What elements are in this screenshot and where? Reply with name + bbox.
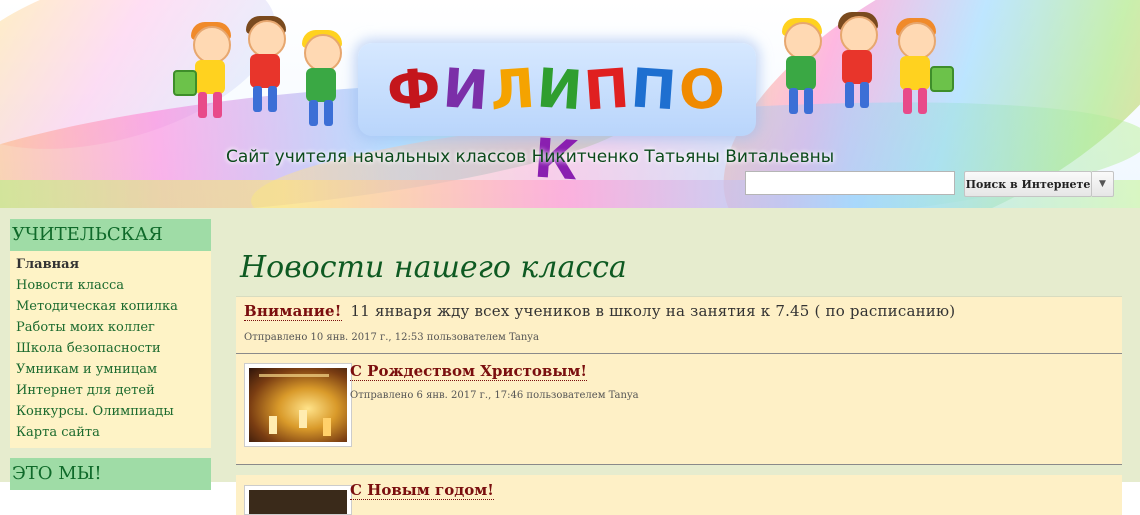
site-logo[interactable]: ФИЛИППОК: [358, 43, 756, 193]
sidebar-section-title: УЧИТЕЛЬСКАЯ: [10, 219, 211, 251]
logo-letter: И: [534, 56, 587, 123]
sidebar-item-contests[interactable]: Конкурсы. Олимпиады: [16, 401, 211, 422]
post-title-link[interactable]: С Новым годом!: [350, 481, 494, 500]
post-meta: Отправлено 10 янв. 2017 г., 12:53 пользо…: [244, 332, 539, 343]
sidebar-item-colleagues[interactable]: Работы моих коллег: [16, 317, 211, 338]
sidebar-item-safety[interactable]: Школа безопасности: [16, 338, 211, 359]
sidebar-nav: Главная Новости класса Методическая копи…: [10, 251, 211, 448]
logo-letter: И: [440, 56, 493, 123]
logo-letter: П: [629, 56, 681, 123]
sidebar-item-methodical[interactable]: Методическая копилка: [16, 296, 211, 317]
search-input[interactable]: [745, 171, 955, 195]
sidebar-item-sitemap[interactable]: Карта сайта: [16, 422, 211, 443]
search-dropdown-button[interactable]: ▼: [1092, 171, 1114, 197]
logo-letter: Ф: [385, 56, 446, 123]
news-post: Внимание! 11 января жду всех учеников в …: [236, 297, 1122, 354]
post-text: 11 января жду всех учеников в школу на з…: [350, 302, 956, 320]
page-body: УЧИТЕЛЬСКАЯ Главная Новости класса Метод…: [0, 208, 1140, 515]
news-post: С Новым годом!: [236, 475, 1122, 515]
post-thumbnail[interactable]: [244, 485, 352, 515]
search-button[interactable]: Поиск в Интернете: [964, 171, 1092, 197]
logo-wordmark: ФИЛИППОК: [376, 55, 738, 192]
site-header: ФИЛИППОК Сайт учителя начальных классов …: [0, 0, 1140, 208]
sidebar-item-home[interactable]: Главная: [16, 254, 211, 275]
sidebar: УЧИТЕЛЬСКАЯ Главная Новости класса Метод…: [10, 219, 211, 490]
post-thumbnail[interactable]: [244, 363, 352, 447]
sidebar-item-internet[interactable]: Интернет для детей: [16, 380, 211, 401]
logo-letter: О: [676, 56, 729, 123]
logo-letter: Л: [488, 56, 540, 123]
main-content: Новости нашего класса Внимание! 11 январ…: [236, 240, 1122, 515]
triangle-down-icon: ▼: [1099, 179, 1106, 189]
sidebar-item-class-news[interactable]: Новости класса: [16, 275, 211, 296]
news-post: С Рождеством Христовым! Отправлено 6 янв…: [236, 354, 1122, 465]
sidebar-section-title: ЭТО МЫ!: [10, 458, 211, 490]
post-title-link[interactable]: Внимание!: [244, 302, 342, 321]
site-subtitle: Сайт учителя начальных классов Никитченк…: [226, 147, 835, 167]
post-title-link[interactable]: С Рождеством Христовым!: [350, 362, 587, 381]
page-title: Новости нашего класса: [236, 240, 1122, 297]
logo-letter: П: [582, 56, 634, 123]
sidebar-item-smart-kids[interactable]: Умникам и умницам: [16, 359, 211, 380]
post-meta: Отправлено 6 янв. 2017 г., 17:46 пользов…: [350, 390, 639, 401]
